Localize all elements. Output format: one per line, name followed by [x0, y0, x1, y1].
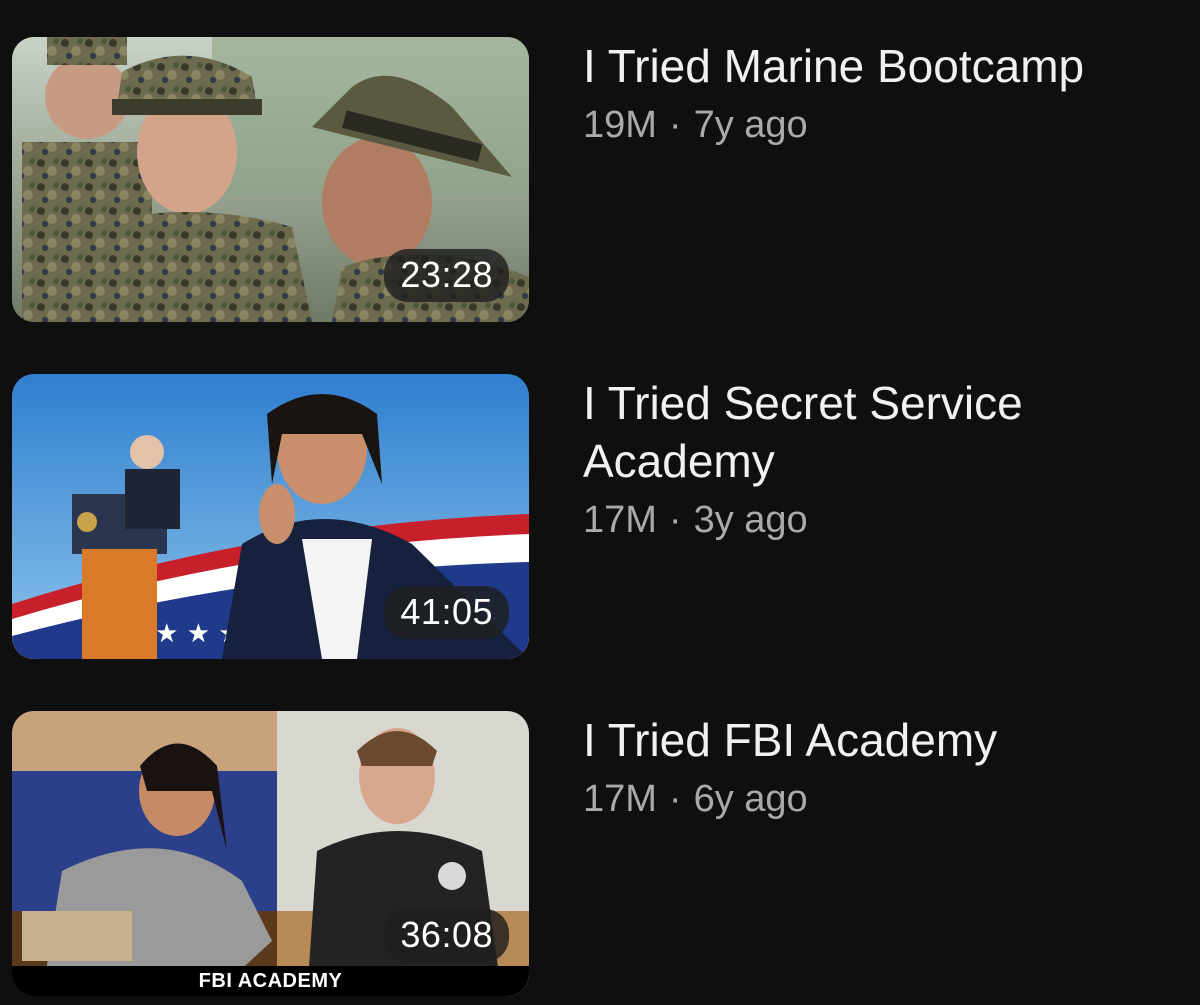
video-title[interactable]: I Tried FBI Academy [583, 711, 1183, 769]
video-title[interactable]: I Tried Marine Bootcamp [583, 37, 1183, 95]
video-title[interactable]: I Tried Secret Service Academy [583, 374, 1183, 490]
separator-dot: · [668, 104, 682, 146]
thumbnail-caption: FBI ACADEMY [12, 966, 529, 996]
video-item-secret-service[interactable]: ★ ★ ★ ★ ★ 41:05 I Tried Secret Service A… [0, 374, 1200, 659]
upload-age: 7y ago [693, 104, 808, 146]
view-count: 17M [583, 778, 657, 820]
video-info: 17M · 3y ago [583, 496, 1183, 544]
video-item-marine-bootcamp[interactable]: 23:28 I Tried Marine Bootcamp 19M · 7y ago [0, 37, 1200, 322]
video-meta: I Tried Marine Bootcamp 19M · 7y ago [583, 37, 1183, 149]
video-info: 19M · 7y ago [583, 101, 1183, 149]
video-info: 17M · 6y ago [583, 775, 1183, 823]
view-count: 19M [583, 104, 657, 146]
video-duration-badge: 23:28 [384, 249, 509, 302]
video-thumbnail[interactable]: 36:08 FBI ACADEMY [12, 711, 529, 996]
video-meta: I Tried Secret Service Academy 17M · 3y ag… [583, 374, 1183, 544]
separator-dot: · [668, 778, 682, 820]
video-item-fbi-academy[interactable]: 36:08 FBI ACADEMY I Tried FBI Academy 17… [0, 711, 1200, 996]
video-thumbnail[interactable]: ★ ★ ★ ★ ★ 41:05 [12, 374, 529, 659]
upload-age: 3y ago [693, 499, 808, 541]
upload-age: 6y ago [693, 778, 808, 820]
video-thumbnail[interactable]: 23:28 [12, 37, 529, 322]
video-duration-badge: 36:08 [384, 909, 509, 962]
video-duration-badge: 41:05 [384, 586, 509, 639]
view-count: 17M [583, 499, 657, 541]
separator-dot: · [668, 499, 682, 541]
video-list: 23:28 I Tried Marine Bootcamp 19M · 7y ago [0, 0, 1200, 1005]
video-meta: I Tried FBI Academy 17M · 6y ago [583, 711, 1183, 823]
